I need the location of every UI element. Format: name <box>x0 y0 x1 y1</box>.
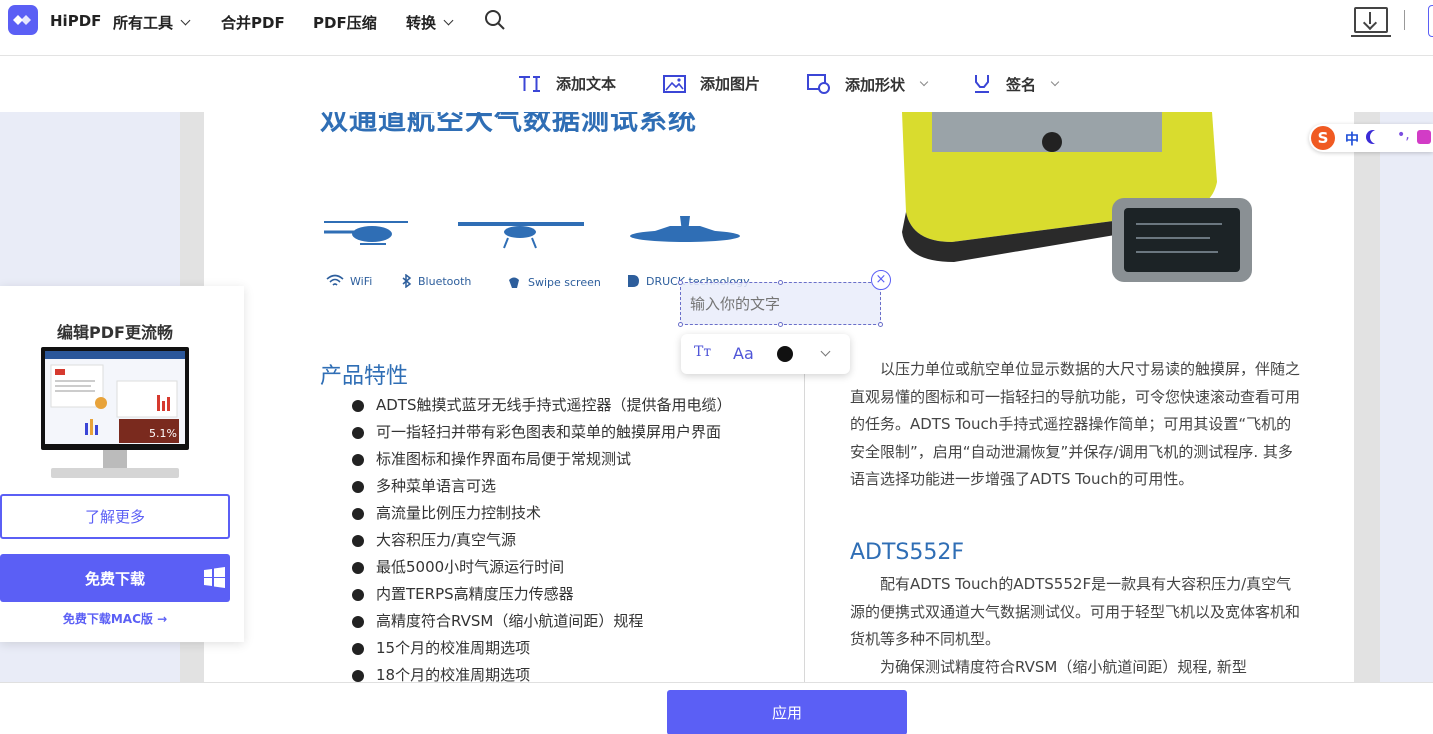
skin-icon[interactable] <box>1417 130 1431 144</box>
adts-device-image <box>902 112 1252 282</box>
rvsm-paragraph: 为确保测试精度符合RVSM（缩小航道间距）规程, 新型 <box>880 658 1247 676</box>
search-icon[interactable] <box>484 9 506 31</box>
doc-title: 双通道航空大气数据测试系统 <box>320 112 698 136</box>
list-item: 高精度符合RVSM（缩小航道间距）规程 <box>352 611 732 638</box>
text-annotation-box[interactable] <box>678 280 883 327</box>
feature-wifi: WiFi <box>326 274 372 288</box>
promo-panel: 编辑PDF更流畅 5.1% 了解更多 免费下载 免费下载MAC版 → <box>0 286 244 642</box>
signature-tool[interactable]: 签名 <box>972 73 1060 95</box>
list-item: 高流量比例压力控制技术 <box>352 503 732 530</box>
learn-more-button[interactable]: 了解更多 <box>0 494 230 539</box>
add-text-tool[interactable]: 添加文本 <box>518 73 616 94</box>
chevron-down-icon[interactable] <box>820 346 831 357</box>
resize-handle[interactable] <box>878 322 883 327</box>
adts552f-paragraph: 配有ADTS Touch的ADTS552F是一款具有大容积压力/真空气源的便携式… <box>850 575 1301 648</box>
list-item: 最低5000小时气源运行时间 <box>352 557 732 584</box>
column-divider <box>804 344 805 682</box>
image-icon <box>663 74 686 93</box>
ime-toolbar[interactable]: S 中 •, <box>1309 124 1433 152</box>
feature-bluetooth: Bluetooth <box>402 274 471 288</box>
resize-handle[interactable] <box>678 322 683 327</box>
list-item: 18个月的校准周期选项 <box>352 665 732 682</box>
mac-download-link[interactable]: 免费下载MAC版 → <box>0 610 230 627</box>
nav-compress-pdf[interactable]: PDF压缩 <box>313 12 377 33</box>
chevron-down-icon <box>180 15 191 26</box>
desktop-app-preview-image: 5.1% <box>41 347 189 478</box>
resize-handle[interactable] <box>778 322 783 327</box>
desktop-download-icon[interactable] <box>1351 7 1391 37</box>
ime-language-mode[interactable]: 中 <box>1345 129 1359 149</box>
page-margin-right <box>1354 112 1380 682</box>
shape-icon <box>807 74 830 94</box>
punctuation-icon[interactable]: •, <box>1397 127 1410 143</box>
pdf-page[interactable]: 双通道航空大气数据测试系统 WiFi Bluetooth Swipe scree… <box>204 112 1354 682</box>
bottom-action-bar: 应用 <box>0 682 1433 734</box>
list-item: ADTS触摸式蓝牙无线手持式遥控器（提供备用电缆） <box>352 395 732 422</box>
swipe-hand-icon <box>509 277 519 288</box>
nav-convert[interactable]: 转换 <box>406 12 454 33</box>
bluetooth-icon <box>402 274 412 288</box>
promo-title: 编辑PDF更流畅 <box>57 323 173 342</box>
list-item: 标准图标和操作界面布局便于常规测试 <box>352 449 732 476</box>
chevron-down-icon <box>1050 77 1060 87</box>
list-item: 多种菜单语言可选 <box>352 476 732 503</box>
feature-swipe-screen: Swipe screen <box>506 274 601 290</box>
text-style-icon[interactable]: Tт <box>694 344 711 360</box>
free-download-button[interactable]: 免费下载 <box>0 554 230 602</box>
feature-bullet-list: ADTS触摸式蓝牙无线手持式遥控器（提供备用电缆） 可一指轻扫并带有彩色图表和菜… <box>352 395 732 682</box>
section-title-features: 产品特性 <box>320 364 409 389</box>
resize-handle[interactable] <box>778 280 783 285</box>
font-select-icon[interactable]: Aa <box>733 344 754 363</box>
list-item: 内置TERPS高精度压力传感器 <box>352 584 732 611</box>
moon-icon[interactable] <box>1370 130 1384 144</box>
druck-logo-icon <box>628 275 639 287</box>
resize-handle[interactable] <box>678 280 683 285</box>
wifi-icon <box>326 274 344 286</box>
chevron-down-icon <box>919 77 929 87</box>
helicopter-icon <box>324 221 408 245</box>
add-shape-tool[interactable]: 添加形状 <box>807 73 929 95</box>
section-title-adts552f: ADTS552F <box>850 540 965 565</box>
annotation-text-input[interactable] <box>690 295 870 313</box>
apply-button[interactable]: 应用 <box>667 690 907 734</box>
turboprop-airplane-icon <box>630 216 740 242</box>
close-icon[interactable]: × <box>871 270 891 290</box>
brand-name[interactable]: HiPDF <box>50 12 101 30</box>
list-item: 大容积压力/真空气源 <box>352 530 732 557</box>
hipdf-logo-icon[interactable] <box>8 5 38 35</box>
nav-merge-pdf[interactable]: 合并PDF <box>221 12 285 33</box>
touchscreen-paragraph: 以压力单位或航空单位显示数据的大尺寸易读的触摸屏，伴随之直观易懂的图标和可一指轻… <box>850 360 1301 488</box>
nav-divider <box>1404 10 1405 30</box>
text-format-bar: Tт Aa <box>681 334 850 374</box>
list-item: 可一指轻扫并带有彩色图表和菜单的触摸屏用户界面 <box>352 422 732 449</box>
account-button[interactable] <box>1428 5 1433 37</box>
windows-icon <box>204 567 225 588</box>
top-navigation: HiPDF 所有工具 合并PDF PDF压缩 转换 <box>0 0 1433 56</box>
text-color-swatch[interactable] <box>777 346 793 362</box>
text-icon <box>519 75 540 92</box>
chevron-down-icon <box>443 15 454 26</box>
signature-pen-icon <box>975 75 989 93</box>
arrow-right-icon: → <box>157 612 168 626</box>
edit-toolbar: 添加文本 添加图片 添加形状 签名 <box>0 56 1433 112</box>
preview-percent: 5.1% <box>149 427 177 440</box>
list-item: 15个月的校准周期选项 <box>352 638 732 665</box>
nav-all-tools[interactable]: 所有工具 <box>113 12 191 33</box>
add-image-tool[interactable]: 添加图片 <box>663 73 760 94</box>
sogou-logo-icon[interactable]: S <box>1311 126 1335 150</box>
small-airplane-icon <box>458 222 584 249</box>
